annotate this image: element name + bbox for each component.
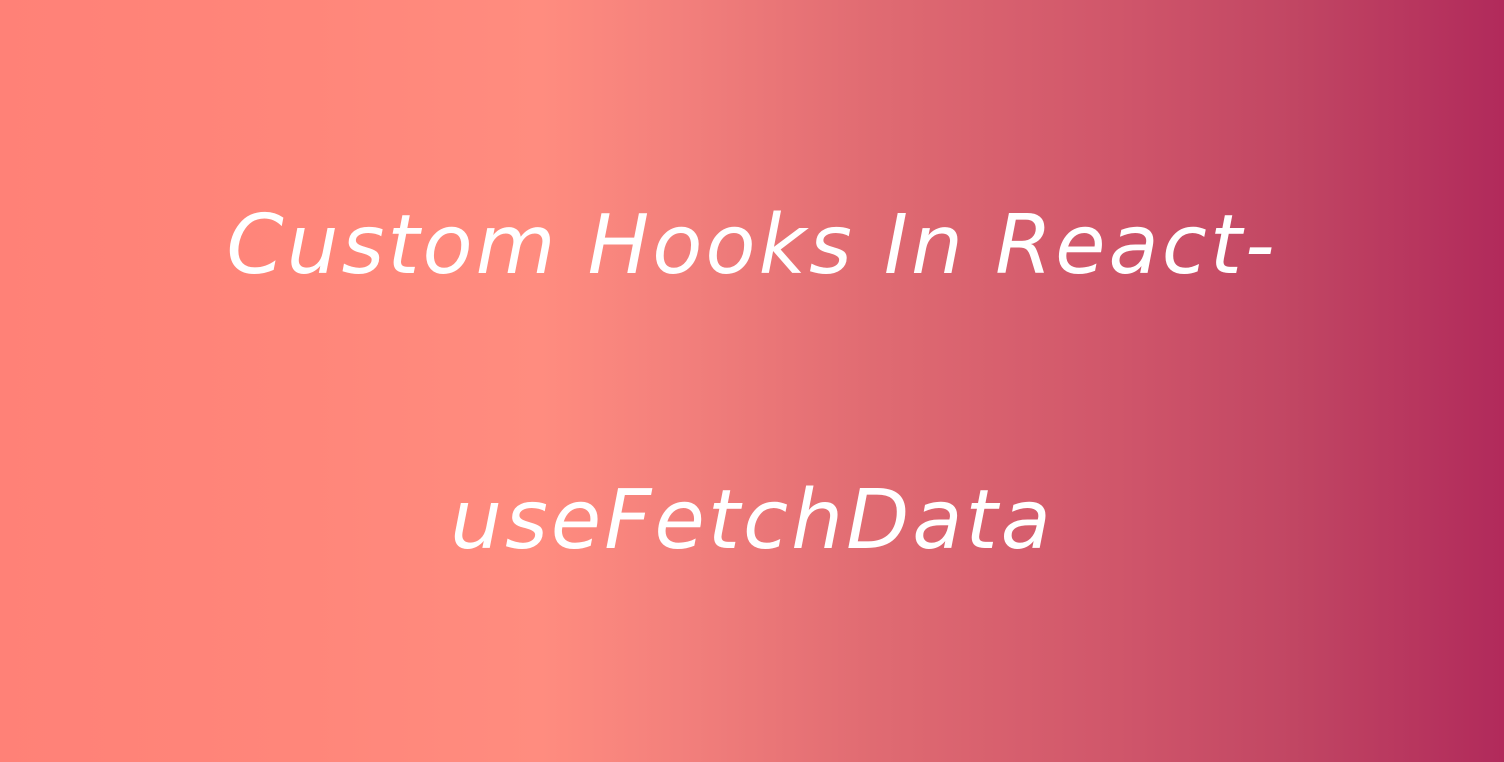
banner-title-line-2: useFetchData	[450, 473, 1054, 568]
banner-title-line-1: Custom Hooks In React-	[226, 198, 1278, 293]
hero-banner: Custom Hooks In React- useFetchData	[0, 0, 1504, 762]
